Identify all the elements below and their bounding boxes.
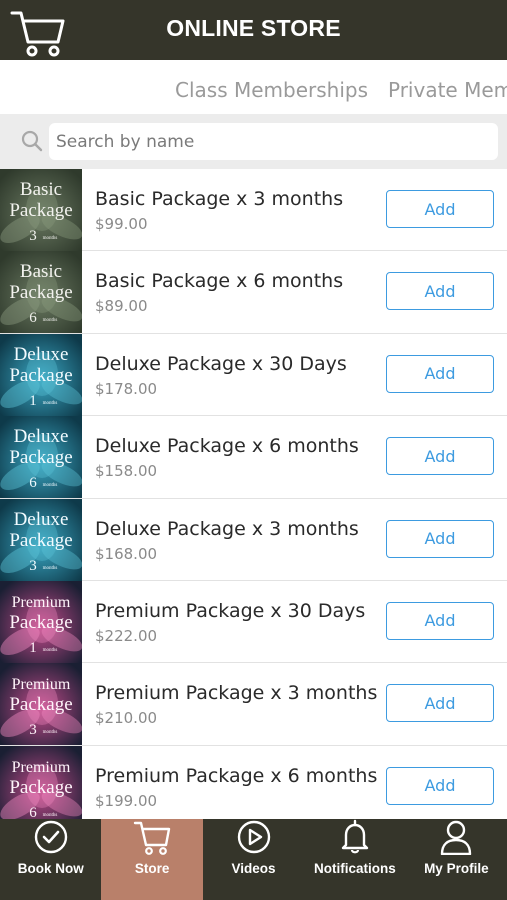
thumb-subtitle: Package [9,694,72,715]
add-to-cart-button[interactable]: Add [386,684,494,723]
product-price: $199.00 [95,791,158,810]
product-name: Basic Package x 3 months [95,188,344,210]
nav-item-store[interactable]: Store [101,819,203,900]
product-row[interactable]: Deluxe Package 3 months Deluxe Package x… [0,498,507,581]
nav-item-notifications[interactable]: Notifications [304,819,405,900]
category-tabs: Class Memberships Private Memb [0,60,507,114]
product-thumbnail: Deluxe Package 6 months [0,416,82,499]
add-to-cart-button[interactable]: Add [386,354,494,393]
thumb-duration: 6 [29,805,37,819]
nav-label: Notifications [314,861,396,876]
thumb-title: Premium [12,594,71,611]
bell-icon [341,819,369,854]
product-name: Premium Package x 6 months [95,764,378,787]
user-icon [441,820,472,855]
page-title: ONLINE STORE [166,15,341,41]
product-price: $158.00 [95,462,158,481]
tab-class-memberships[interactable]: Class Memberships [175,78,368,102]
thumb-unit: months [43,648,58,653]
thumb-unit: months [43,318,58,323]
nav-item-my-profile[interactable]: My Profile [406,819,507,900]
product-name: Premium Package x 3 months [95,682,378,705]
check-circle-icon [34,820,67,854]
product-row[interactable]: Premium Package 1 months Premium Package… [0,580,507,664]
thumb-title: Basic [20,179,62,200]
product-thumbnail: Basic Package 6 months [0,251,82,334]
thumb-title: Basic [20,261,62,282]
thumb-title: Deluxe [14,426,69,447]
thumb-duration: 1 [29,640,37,656]
nav-item-videos[interactable]: Videos [203,819,304,900]
thumb-duration: 3 [29,558,37,574]
product-price: $168.00 [95,544,158,563]
product-row[interactable]: Basic Package 3 months Basic Package x 3… [0,169,507,252]
product-row[interactable]: Premium Package 3 months Premium Package… [0,663,507,746]
add-to-cart-button[interactable]: Add [386,190,494,228]
cart-icon [133,821,171,855]
thumb-duration: 3 [29,722,37,738]
thumb-duration: 3 [29,228,37,244]
thumb-unit: months [43,730,58,735]
thumb-unit: months [43,236,58,241]
thumb-unit: months [43,813,58,818]
product-row[interactable]: Deluxe Package 1 months Deluxe Package x… [0,333,507,417]
product-name: Deluxe Package x 3 months [95,517,359,540]
tab-private-memberships[interactable]: Private Memb [388,78,507,102]
thumb-title: Deluxe [14,344,69,365]
search-bar [0,114,507,169]
product-price: $178.00 [95,379,158,398]
thumb-subtitle: Package [9,530,72,551]
product-thumbnail: Deluxe Package 1 months [0,333,82,416]
product-name: Deluxe Package x 30 Days [95,352,347,375]
product-list: Basic Package 3 months Basic Package x 3… [0,169,507,819]
product-row[interactable]: Deluxe Package 6 months Deluxe Package x… [0,416,507,499]
thumb-duration: 6 [29,475,37,491]
thumb-title: Premium [12,676,71,693]
product-row[interactable]: Premium Package 6 months Premium Package… [0,745,507,819]
thumb-unit: months [43,566,58,571]
product-thumbnail: Premium Package 1 months [0,580,82,663]
nav-label: Book Now [17,861,84,876]
thumb-subtitle: Package [9,777,72,798]
thumb-unit: months [43,483,58,488]
add-to-cart-button[interactable]: Add [386,519,494,558]
thumb-subtitle: Package [9,200,72,221]
product-price: $89.00 [95,297,148,316]
product-price: $210.00 [95,709,158,728]
thumb-subtitle: Package [9,447,72,468]
product-price: $222.00 [95,626,158,645]
thumb-subtitle: Package [9,282,72,303]
product-thumbnail: Premium Package 3 months [0,663,82,746]
add-to-cart-button[interactable]: Add [386,272,494,311]
add-to-cart-button[interactable]: Add [386,766,494,805]
add-to-cart-button[interactable]: Add [386,437,494,476]
thumb-title: Premium [12,759,71,776]
add-to-cart-button[interactable]: Add [386,601,494,640]
thumb-unit: months [43,401,58,406]
nav-item-book-now[interactable]: Book Now [0,819,101,900]
thumb-subtitle: Package [9,612,72,633]
bottom-nav: Book Now Store Videos Notifications My P… [0,819,507,900]
product-thumbnail: Basic Package 3 months [0,169,82,251]
thumb-subtitle: Package [9,365,72,386]
nav-label: Store [134,861,170,876]
product-thumbnail: Deluxe Package 3 months [0,498,82,581]
product-name: Basic Package x 6 months [95,270,344,293]
search-input[interactable] [49,123,498,160]
thumb-duration: 6 [29,310,37,326]
product-thumbnail: Premium Package 6 months [0,745,82,819]
product-row[interactable]: Basic Package 6 months Basic Package x 6… [0,251,507,334]
product-name: Deluxe Package x 6 months [95,435,359,458]
nav-label: My Profile [424,861,489,876]
app-header: ONLINE STORE [0,0,507,60]
product-name: Premium Package x 30 Days [95,599,366,622]
nav-label: Videos [231,861,276,876]
product-price: $99.00 [95,215,148,233]
thumb-duration: 1 [29,393,37,409]
search-icon [21,130,43,152]
play-circle-icon [237,820,270,854]
thumb-title: Deluxe [14,509,69,530]
